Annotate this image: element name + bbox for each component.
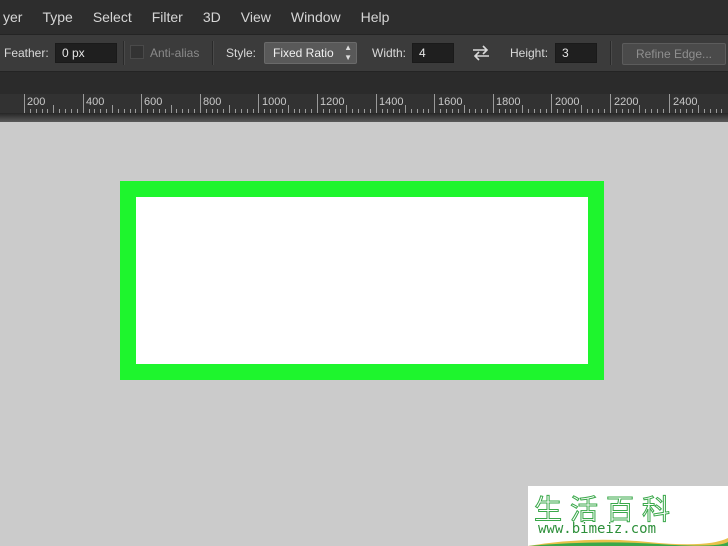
menu-3d[interactable]: 3D (193, 9, 231, 25)
watermark-logo: 生活百科 www.bimeiz.com (528, 486, 728, 546)
watermark-url: www.bimeiz.com (538, 521, 657, 537)
ruler-tick (463, 105, 465, 113)
ruler-tick (258, 94, 260, 113)
ruler-tick (24, 94, 25, 113)
menu-filter[interactable]: Filter (142, 9, 193, 25)
wave-icon (528, 538, 728, 546)
height-label: Height: (510, 46, 549, 60)
height-input[interactable]: 3 (555, 43, 597, 63)
ruler-tick (492, 94, 494, 113)
separator (212, 41, 214, 65)
ruler-tick (170, 105, 172, 113)
ruler-label: 1800 (496, 96, 521, 108)
ruler-tick (375, 94, 377, 113)
ruler-label: 2000 (555, 96, 580, 108)
ruler-tick (346, 105, 348, 113)
ruler-tick (199, 94, 201, 113)
ruler-tick (229, 105, 231, 113)
ruler-label: 2400 (673, 96, 698, 108)
ruler-tick (580, 105, 582, 113)
menu-type[interactable]: Type (32, 9, 82, 25)
menu-select[interactable]: Select (83, 9, 142, 25)
ruler-tick (287, 105, 289, 113)
antialias-checkbox[interactable] (130, 45, 144, 59)
ruler-label: 600 (144, 96, 163, 108)
ruler-label: 2200 (614, 96, 639, 108)
feather-label: Feather: (4, 46, 49, 60)
ruler-label: 400 (86, 96, 105, 108)
separator (123, 41, 125, 65)
ruler-tick (53, 105, 55, 113)
style-select-value: Fixed Ratio (273, 46, 334, 60)
ruler-tick (522, 105, 524, 113)
ruler-shadow (0, 113, 728, 122)
ruler-label: 800 (203, 96, 222, 108)
ruler-tick (141, 94, 143, 113)
menu-view[interactable]: View (231, 9, 281, 25)
width-label: Width: (372, 46, 407, 60)
ruler-tick (82, 94, 84, 113)
ruler-label: 1200 (320, 96, 345, 108)
ruler-tick (697, 105, 699, 113)
separator (610, 41, 612, 65)
menu-bar: yer Type Select Filter 3D View Window He… (0, 0, 728, 34)
menu-layer[interactable]: yer (0, 9, 32, 25)
selection-fill (136, 197, 588, 364)
swap-arrows-icon[interactable] (470, 44, 492, 62)
menu-window[interactable]: Window (281, 9, 351, 25)
ruler-label: 1400 (379, 96, 404, 108)
refine-edge-button[interactable]: Refine Edge... (622, 43, 726, 65)
ruler-tick (404, 105, 406, 113)
ruler-tick (639, 105, 641, 113)
updown-arrows-icon: ▲ ▼ (344, 43, 352, 62)
options-bar: Feather: 0 px Anti-alias Style: Fixed Ra… (0, 34, 728, 72)
ruler-label: 1600 (438, 96, 463, 108)
ruler-tick (317, 94, 318, 113)
ruler-strip: 200 400 600 800 1000 1200 1400 1600 1800… (0, 94, 728, 114)
antialias-label: Anti-alias (150, 46, 200, 60)
selection-border[interactable] (120, 181, 604, 380)
style-select[interactable]: Fixed Ratio ▲ ▼ (264, 42, 357, 64)
style-label: Style: (226, 46, 257, 60)
menu-help[interactable]: Help (351, 9, 400, 25)
ruler-label: 1000 (262, 96, 287, 108)
ruler-tick (668, 94, 670, 113)
ruler-tick (551, 94, 553, 113)
width-input[interactable]: 4 (412, 43, 454, 63)
feather-input[interactable]: 0 px (55, 43, 117, 63)
ruler-tick (610, 94, 611, 113)
ruler-tick (111, 105, 113, 113)
ruler-tick (434, 94, 436, 113)
ruler-label: 200 (27, 96, 46, 108)
